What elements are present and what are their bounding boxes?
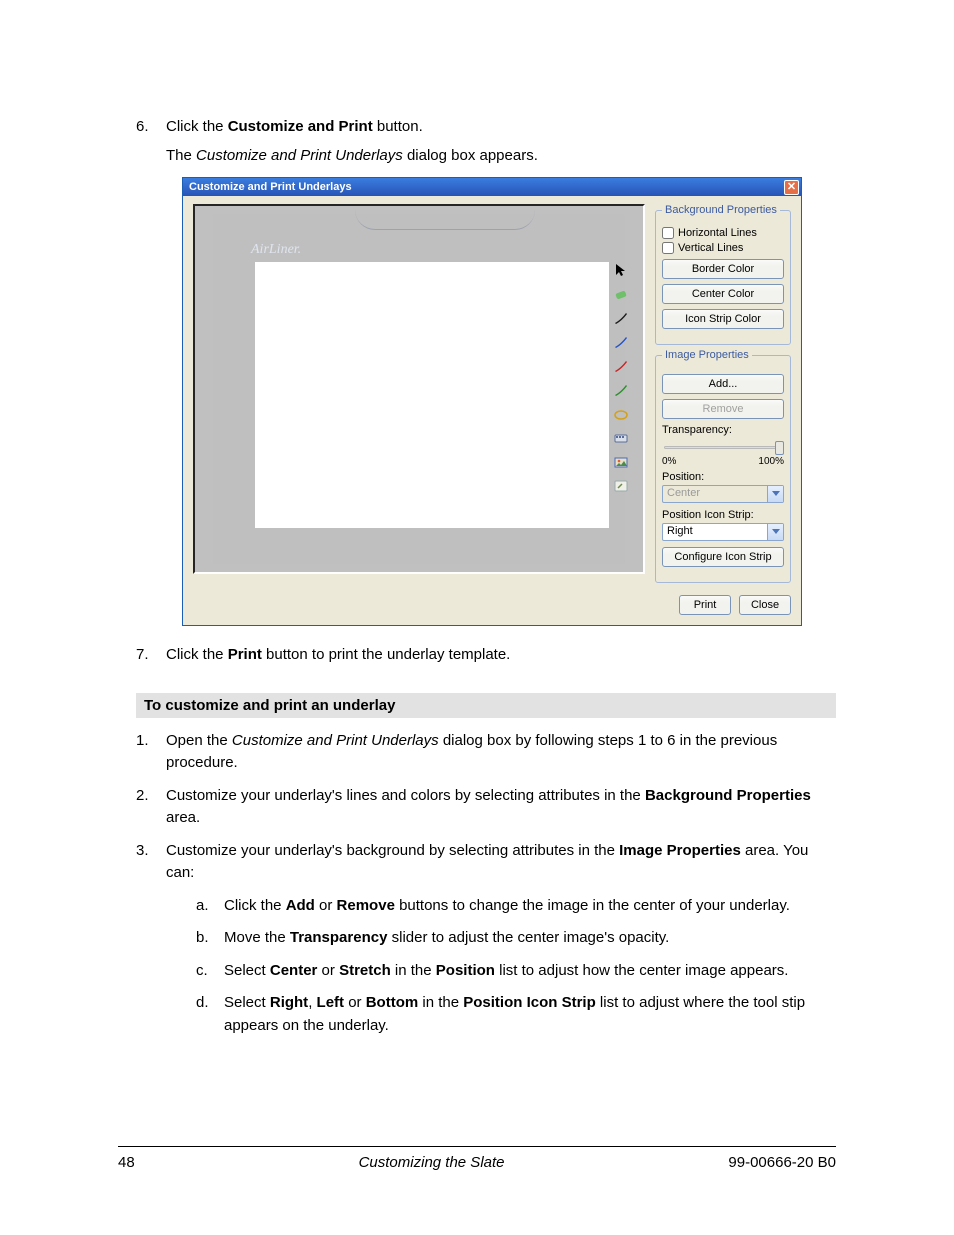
text: Click the	[166, 118, 228, 135]
list-item: 2. Customize your underlay's lines and c…	[136, 785, 836, 830]
vertical-lines-checkbox[interactable]: Vertical Lines	[662, 242, 784, 254]
list-item: 7. Click the Print button to print the u…	[136, 644, 836, 667]
close-button[interactable]: Close	[739, 595, 791, 615]
underlay-preview: AirLiner.	[193, 204, 645, 574]
transparency-slider[interactable]	[662, 438, 784, 456]
bold-text: Print	[228, 646, 262, 663]
image-properties-group: Image Properties Add... Remove Transpare…	[655, 349, 791, 583]
checkbox[interactable]	[662, 242, 674, 254]
list-body: Customize your underlay's lines and colo…	[166, 785, 836, 830]
list-body: Click the Print button to print the unde…	[166, 644, 836, 667]
text: Click the	[166, 646, 228, 663]
position-icon-strip-label: Position Icon Strip:	[662, 509, 784, 521]
sub-number: d.	[196, 992, 224, 1037]
keyboard-icon	[613, 430, 629, 446]
transparency-label: Transparency:	[662, 424, 784, 436]
background-properties-group: Background Properties Horizontal Lines V…	[655, 204, 791, 345]
circle-icon	[613, 406, 629, 422]
titlebar: Customize and Print Underlays ✕	[183, 178, 801, 196]
list-item: 3. Customize your underlay's background …	[136, 840, 836, 885]
dialog-footer: Print Close	[183, 591, 801, 625]
dialog-body: AirLiner.	[183, 196, 801, 591]
list-body: Click the Customize and Print button. Th…	[166, 116, 836, 167]
text: button to print the underlay template.	[262, 646, 511, 663]
section-heading: To customize and print an underlay	[136, 693, 836, 718]
pen-black-icon	[613, 310, 629, 326]
slider-max: 100%	[758, 456, 784, 467]
list-body: Open the Customize and Print Underlays d…	[166, 730, 836, 775]
picture-icon	[613, 454, 629, 470]
pen-red-icon	[613, 358, 629, 374]
dialog-title: Customize and Print Underlays	[189, 181, 784, 193]
doc-id: 99-00666-20 B0	[728, 1154, 836, 1171]
sub-number: b.	[196, 927, 224, 950]
page-number: 48	[118, 1154, 135, 1171]
chevron-down-icon[interactable]	[767, 486, 783, 502]
sub-list: a. Click the Add or Remove buttons to ch…	[196, 895, 836, 1038]
footer-rule	[118, 1146, 836, 1147]
list-body: Customize your underlay's background by …	[166, 840, 836, 885]
text: button.	[373, 118, 423, 135]
sub-list-item: a. Click the Add or Remove buttons to ch…	[196, 895, 836, 918]
list-item: 6. Click the Customize and Print button.…	[136, 116, 836, 167]
chevron-down-icon[interactable]	[767, 524, 783, 540]
list-number: 7.	[136, 644, 166, 667]
white-area	[255, 262, 609, 528]
preview-column: AirLiner.	[193, 204, 645, 583]
text: The	[166, 147, 196, 164]
list-number: 2.	[136, 785, 166, 830]
stylus-icon	[613, 478, 629, 494]
group-legend: Image Properties	[662, 349, 752, 361]
border-color-button[interactable]: Border Color	[662, 259, 784, 279]
list-number: 6.	[136, 116, 166, 167]
footer-title: Customizing the Slate	[135, 1154, 729, 1171]
add-button[interactable]: Add...	[662, 374, 784, 394]
sub-list-item: b. Move the Transparency slider to adjus…	[196, 927, 836, 950]
list-number: 1.	[136, 730, 166, 775]
horizontal-lines-checkbox[interactable]: Horizontal Lines	[662, 227, 784, 239]
text-line: The Customize and Print Underlays dialog…	[166, 145, 836, 168]
pen-green-icon	[613, 382, 629, 398]
checkbox[interactable]	[662, 227, 674, 239]
slider-thumb[interactable]	[775, 441, 784, 455]
combo-value: Right	[663, 524, 767, 540]
document-page: 6. Click the Customize and Print button.…	[0, 0, 954, 1235]
slider-min: 0%	[662, 456, 676, 467]
side-panel: Background Properties Horizontal Lines V…	[655, 204, 791, 583]
position-icon-strip-combo[interactable]: Right	[662, 523, 784, 541]
bold-text: Customize and Print	[228, 118, 373, 135]
sub-number: a.	[196, 895, 224, 918]
text: dialog box appears.	[403, 147, 538, 164]
group-legend: Background Properties	[662, 204, 780, 216]
close-icon[interactable]: ✕	[784, 180, 799, 195]
eraser-icon	[613, 286, 629, 302]
position-combo[interactable]: Center	[662, 485, 784, 503]
dialog-screenshot: Customize and Print Underlays ✕ AirLiner…	[182, 177, 802, 626]
print-button[interactable]: Print	[679, 595, 731, 615]
combo-value: Center	[663, 486, 767, 502]
list-item: 1. Open the Customize and Print Underlay…	[136, 730, 836, 775]
center-color-button[interactable]: Center Color	[662, 284, 784, 304]
list-number: 3.	[136, 840, 166, 885]
icon-strip-color-button[interactable]: Icon Strip Color	[662, 309, 784, 329]
icon-strip	[611, 262, 631, 494]
airliner-label: AirLiner.	[251, 242, 301, 258]
slider-track	[664, 446, 782, 449]
italic-text: Customize and Print Underlays	[196, 147, 403, 164]
sub-list-item: d. Select Right, Left or Bottom in the P…	[196, 992, 836, 1037]
slider-labels: 0% 100%	[662, 456, 784, 467]
page-footer: 48 Customizing the Slate 99-00666-20 B0	[118, 1154, 836, 1171]
pen-blue-icon	[613, 334, 629, 350]
top-curve	[355, 210, 535, 230]
cursor-icon	[613, 262, 629, 278]
sub-list-item: c. Select Center or Stretch in the Posit…	[196, 960, 836, 983]
remove-button[interactable]: Remove	[662, 399, 784, 419]
position-label: Position:	[662, 471, 784, 483]
sub-number: c.	[196, 960, 224, 983]
configure-icon-strip-button[interactable]: Configure Icon Strip	[662, 547, 784, 567]
